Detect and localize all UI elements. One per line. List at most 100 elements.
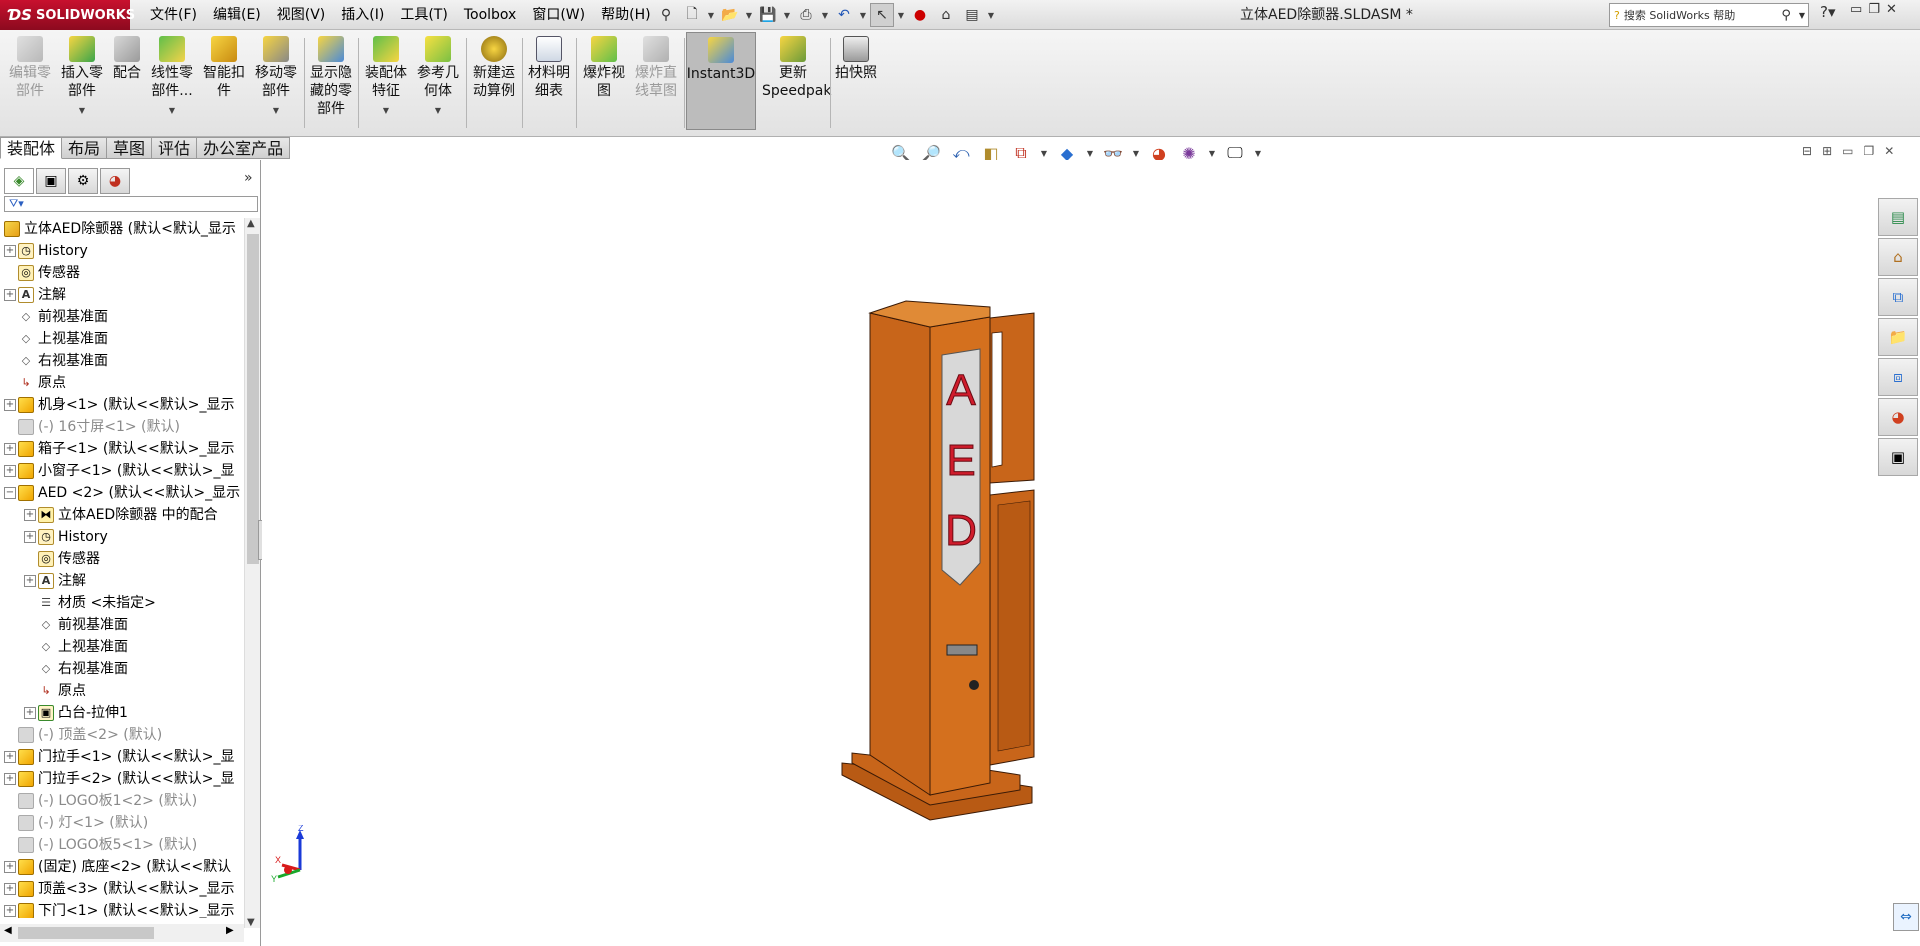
tree-row[interactable]: + ▣ 凸台-拉伸1 bbox=[0, 702, 244, 724]
scroll-left-icon[interactable]: ◀ bbox=[4, 925, 12, 936]
solidworks-resources-icon[interactable]: ▤ bbox=[1878, 198, 1918, 236]
undo-icon[interactable]: ↶ bbox=[832, 3, 856, 27]
tree-row[interactable]: ◇ 上视基准面 bbox=[0, 328, 244, 350]
tree-row[interactable]: (-) 灯<1> (默认) bbox=[0, 812, 244, 834]
explode-line-sketch-button[interactable]: 爆炸直线草图 bbox=[632, 36, 680, 100]
feature-tree-tab-icon[interactable]: ◈ bbox=[4, 168, 34, 194]
update-speedpak-button[interactable]: 更新Speedpak bbox=[760, 36, 831, 100]
tile-view-icon[interactable]: ⊞ bbox=[1822, 144, 1832, 158]
appearances-icon[interactable]: ◕ bbox=[1878, 398, 1918, 436]
expand-toggle-icon[interactable]: + bbox=[24, 531, 36, 543]
restore-icon[interactable]: ❐ bbox=[1863, 144, 1874, 158]
tree-row[interactable]: + 下门<1> (默认<<默认>_显示 bbox=[0, 900, 244, 918]
chevron-down-icon[interactable]: ▼ bbox=[858, 3, 868, 27]
tree-root[interactable]: 立体AED除颤器 (默认<默认_显示 bbox=[0, 218, 244, 240]
tree-row[interactable]: (-) LOGO板1<2> (默认) bbox=[0, 790, 244, 812]
chevron-down-icon[interactable]: ▼ bbox=[896, 3, 906, 27]
menu-help[interactable]: 帮助(H) bbox=[593, 0, 658, 30]
expand-toggle-icon[interactable]: + bbox=[4, 905, 16, 917]
tree-row[interactable]: ◎ 传感器 bbox=[0, 262, 244, 284]
expand-toggle-icon[interactable]: + bbox=[24, 575, 36, 587]
restore-icon[interactable]: ❐ bbox=[1868, 2, 1880, 17]
new-document-icon[interactable]: 🗋 bbox=[680, 3, 704, 27]
tree-row[interactable]: ◎ 传感器 bbox=[0, 548, 244, 570]
open-folder-icon[interactable]: 📂 bbox=[718, 3, 742, 27]
tree-row[interactable]: + 门拉手<1> (默认<<默认>_显 bbox=[0, 746, 244, 768]
chevron-down-icon[interactable]: ▼ bbox=[986, 3, 996, 27]
scroll-right-icon[interactable]: ▶ bbox=[226, 925, 234, 936]
split-view-icon[interactable]: ⊟ bbox=[1802, 144, 1812, 158]
collapse-panel-icon[interactable]: » bbox=[244, 170, 253, 186]
chevron-down-icon[interactable]: ▼ bbox=[169, 102, 175, 120]
reference-geometry-button[interactable]: 参考几何体 ▼ bbox=[414, 36, 462, 120]
chevron-down-icon[interactable]: ▼ bbox=[79, 102, 85, 120]
collapse-toggle-icon[interactable]: − bbox=[4, 487, 16, 499]
aed-cabinet-model[interactable]: A E D bbox=[822, 285, 1062, 845]
mate-button[interactable]: 配合 bbox=[110, 36, 144, 82]
tree-row[interactable]: + A 注解 bbox=[0, 284, 244, 306]
tree-filter-input[interactable]: ⛛▾ bbox=[4, 196, 258, 212]
expand-toggle-icon[interactable]: + bbox=[4, 883, 16, 895]
expand-toggle-icon[interactable]: + bbox=[24, 509, 36, 521]
solidworks-logo[interactable]: ƊS SOLIDWORKS bbox=[0, 0, 135, 30]
file-explorer-folder-icon[interactable]: 📁 bbox=[1878, 318, 1918, 356]
edit-component-button[interactable]: 编辑零部件 bbox=[6, 36, 54, 100]
tree-row[interactable]: + A 注解 bbox=[0, 570, 244, 592]
chevron-down-icon[interactable]: ▼ bbox=[706, 3, 716, 27]
menu-tools[interactable]: 工具(T) bbox=[392, 0, 455, 30]
menu-insert[interactable]: 插入(I) bbox=[333, 0, 392, 30]
tree-vertical-scrollbar[interactable]: ▲ ▼ bbox=[244, 218, 260, 928]
search-icon[interactable]: ⚲ bbox=[1781, 8, 1791, 23]
tab-evaluate[interactable]: 评估 bbox=[152, 137, 198, 159]
chevron-down-icon[interactable]: ▼ bbox=[820, 3, 830, 27]
options-icon[interactable]: ▤ bbox=[960, 3, 984, 27]
menu-window[interactable]: 窗口(W) bbox=[524, 0, 593, 30]
tree-row[interactable]: ◇ 上视基准面 bbox=[0, 636, 244, 658]
help-question-icon[interactable]: ?▾ bbox=[1820, 3, 1836, 21]
linear-pattern-button[interactable]: 线性零部件... ▼ bbox=[148, 36, 196, 120]
insert-component-button[interactable]: 插入零部件 ▼ bbox=[58, 36, 106, 120]
menu-file[interactable]: 文件(F) bbox=[142, 0, 205, 30]
tree-row[interactable]: ◇ 前视基准面 bbox=[0, 614, 244, 636]
chevron-down-icon[interactable]: ▼ bbox=[744, 3, 754, 27]
tree-row[interactable]: ◇ 右视基准面 bbox=[0, 658, 244, 680]
design-library-icon[interactable]: ⧉ bbox=[1878, 278, 1918, 316]
chevron-down-icon[interactable]: ▼ bbox=[383, 102, 389, 120]
tab-assembly[interactable]: 装配体 bbox=[0, 137, 63, 159]
expand-toggle-icon[interactable]: + bbox=[4, 399, 16, 411]
close-icon[interactable]: ✕ bbox=[1884, 144, 1894, 158]
expand-toggle-icon[interactable]: + bbox=[4, 773, 16, 785]
tree-row[interactable]: ◇ 右视基准面 bbox=[0, 350, 244, 372]
tree-row[interactable]: + 小窗子<1> (默认<<默认>_显 bbox=[0, 460, 244, 482]
menu-toolbox[interactable]: Toolbox bbox=[456, 0, 525, 30]
tree-row[interactable]: + ◷ History bbox=[0, 240, 244, 262]
display-manager-tab-icon[interactable]: ◕ bbox=[100, 168, 130, 194]
expand-toggle-icon[interactable]: + bbox=[4, 861, 16, 873]
expand-toggle-icon[interactable]: + bbox=[4, 443, 16, 455]
tree-row[interactable]: ◇ 前视基准面 bbox=[0, 306, 244, 328]
help-search-input[interactable]: ? 搜索 SolidWorks 帮助 ⚲ ▼ bbox=[1609, 3, 1809, 27]
expand-toggle-icon[interactable]: + bbox=[24, 707, 36, 719]
menu-edit[interactable]: 编辑(E) bbox=[205, 0, 269, 30]
new-motion-study-button[interactable]: 新建运动算例 bbox=[470, 36, 518, 100]
tree-row[interactable]: + (固定) 底座<2> (默认<<默认 bbox=[0, 856, 244, 878]
exploded-view-button[interactable]: 爆炸视图 bbox=[580, 36, 628, 100]
menu-view[interactable]: 视图(V) bbox=[269, 0, 334, 30]
view-palette-icon[interactable]: ⧈ bbox=[1878, 358, 1918, 396]
tree-row[interactable]: + 机身<1> (默认<<默认>_显示 bbox=[0, 394, 244, 416]
rebuild-traffic-light-icon[interactable]: ● bbox=[908, 3, 932, 27]
print-icon[interactable]: ⎙ bbox=[794, 3, 818, 27]
expand-toggle-icon[interactable]: + bbox=[4, 465, 16, 477]
chevron-down-icon[interactable]: ▼ bbox=[435, 102, 441, 120]
instant3d-button[interactable]: Instant3D bbox=[686, 32, 756, 130]
save-icon[interactable]: 💾 bbox=[756, 3, 780, 27]
chevron-down-icon[interactable]: ▼ bbox=[1799, 11, 1805, 20]
expand-toggle-icon[interactable]: + bbox=[4, 289, 16, 301]
tab-layout[interactable]: 布局 bbox=[62, 137, 108, 159]
tree-row[interactable]: + 顶盖<3> (默认<<默认>_显示 bbox=[0, 878, 244, 900]
select-cursor-icon[interactable]: ↖ bbox=[870, 3, 894, 27]
home-icon[interactable]: ⌂ bbox=[1878, 238, 1918, 276]
tree-row[interactable]: ☰ 材质 <未指定> bbox=[0, 592, 244, 614]
tab-office-products[interactable]: 办公室产品 bbox=[197, 137, 291, 159]
tree-row[interactable]: ↳ 原点 bbox=[0, 372, 244, 394]
